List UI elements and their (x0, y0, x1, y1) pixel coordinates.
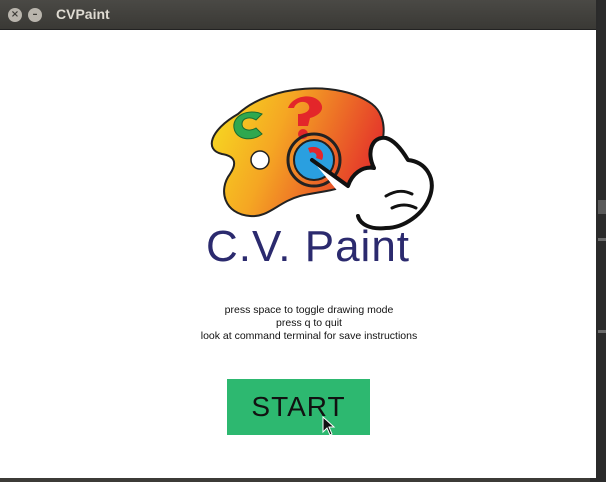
app-window: × – CVPaint C.V. Paint press space to to… (0, 0, 598, 478)
app-name-heading: C.V. Paint (205, 222, 411, 271)
window-title: CVPaint (56, 6, 110, 22)
instruction-line: press space to toggle drawing mode (224, 304, 394, 316)
minimize-window-button[interactable]: – (28, 8, 42, 22)
mouse-pointer-icon (322, 416, 336, 436)
title-bar[interactable]: × – CVPaint (0, 0, 596, 30)
instructions-text: press space to toggle drawing mode press… (100, 304, 518, 343)
close-window-button[interactable]: × (8, 8, 22, 22)
instruction-line: press q to quit (276, 317, 342, 329)
start-button[interactable]: START (227, 379, 370, 435)
instruction-line: look at command terminal for save instru… (200, 330, 418, 342)
splash-screen: C.V. Paint press space to toggle drawing… (0, 30, 596, 478)
